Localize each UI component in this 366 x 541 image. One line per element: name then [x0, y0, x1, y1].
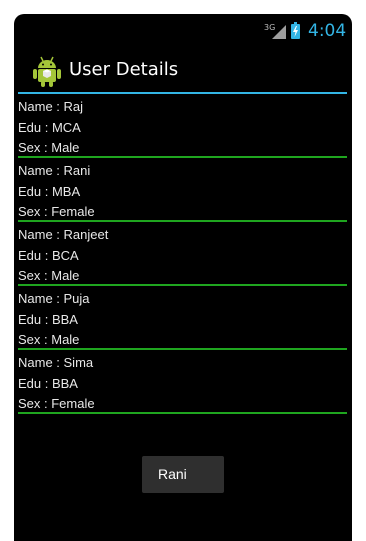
user-name: Name : Raj	[18, 99, 84, 114]
user-edu: Edu : MBA	[18, 183, 81, 199]
user-sex: Sex : Female	[18, 396, 95, 411]
user-edu: Edu : MCA	[18, 119, 81, 135]
signal-icon	[272, 25, 286, 39]
action-bar: User Details	[14, 50, 352, 92]
user-edu: Edu : BBA	[18, 375, 78, 391]
user-name: Name : Sima	[18, 355, 94, 370]
list-item[interactable]: Name : Rani Edu : MBA Sex : Female	[18, 158, 347, 220]
user-sex: Sex : Male	[18, 268, 80, 283]
user-name: Name : Puja	[18, 291, 90, 306]
user-name: Name : Rani	[18, 163, 91, 178]
list-item[interactable]: Name : Puja Edu : BBA Sex : Male	[18, 286, 347, 348]
user-name: Name : Ranjeet	[18, 227, 109, 242]
list-item[interactable]: Name : Sima Edu : BBA Sex : Female	[18, 350, 347, 412]
battery-charging-icon	[291, 22, 300, 39]
list-item[interactable]: Name : Raj Edu : MCA Sex : Male	[18, 94, 347, 156]
user-list[interactable]: Name : Raj Edu : MCA Sex : Male Name : R…	[18, 94, 347, 414]
list-item[interactable]: Name : Ranjeet Edu : BCA Sex : Male	[18, 222, 347, 284]
user-sex: Sex : Male	[18, 140, 80, 155]
device-frame: 3G 4:04 User Details Name: Raj Edu: MC…	[0, 0, 366, 541]
user-sex: Sex : Female	[18, 204, 95, 219]
status-bar: 3G 4:04	[14, 14, 352, 50]
user-sex: Sex : Male	[18, 332, 80, 347]
user-edu: Edu : BCA	[18, 247, 79, 263]
page-title: User Details	[69, 59, 179, 80]
user-edu: Edu : BBA	[18, 311, 78, 327]
rani-button[interactable]: Rani	[142, 456, 224, 493]
phone-screen: 3G 4:04 User Details Name: Raj Edu: MC…	[14, 14, 352, 541]
clock: 4:04	[308, 21, 347, 41]
android-icon	[33, 56, 61, 87]
